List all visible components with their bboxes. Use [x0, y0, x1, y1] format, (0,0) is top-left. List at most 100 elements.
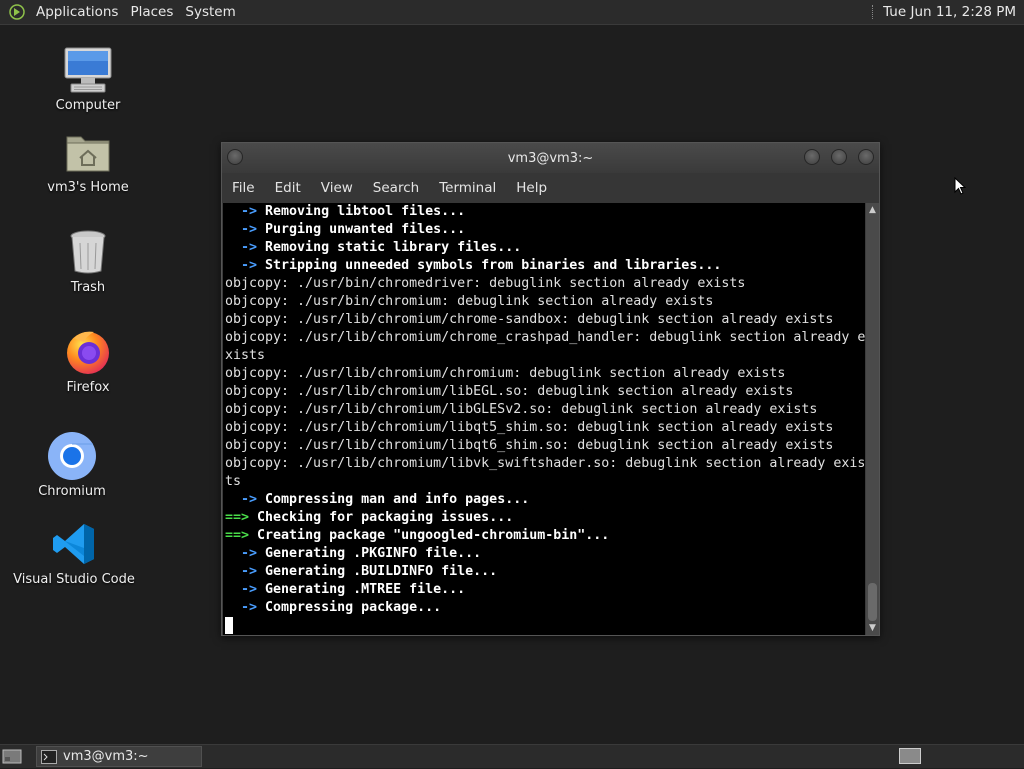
system-menu[interactable]: System — [179, 0, 241, 25]
desktop-icon-trash[interactable]: Trash — [33, 226, 143, 295]
terminal-line: -> Generating .BUILDINFO file... — [223, 563, 865, 581]
menu-file[interactable]: File — [222, 180, 265, 196]
places-menu[interactable]: Places — [124, 0, 179, 25]
terminal-line-text: objcopy: ./usr/lib/chromium/libvk_swifts… — [225, 456, 865, 471]
terminal-cursor — [225, 617, 233, 634]
terminal-line-text: objcopy: ./usr/lib/chromium/libGLESv2.so… — [225, 402, 818, 417]
terminal-line: objcopy: ./usr/lib/chromium/chrome-sandb… — [223, 311, 865, 329]
terminal-line-text: objcopy: ./usr/bin/chromium: debuglink s… — [225, 294, 714, 309]
scrollbar-thumb[interactable] — [868, 583, 877, 621]
terminal-icon — [41, 749, 57, 764]
terminal-line: ts — [223, 473, 865, 491]
top-panel: Applications Places System Tue Jun 11, 2… — [0, 0, 1024, 25]
terminal-line-prefix: -> — [225, 222, 266, 237]
menu-edit[interactable]: Edit — [265, 180, 311, 196]
clock[interactable]: Tue Jun 11, 2:28 PM — [883, 4, 1024, 20]
maximize-button[interactable] — [831, 149, 847, 165]
terminal-line-text: Compressing man and info pages... — [265, 492, 530, 507]
terminal-line-text: Compressing package... — [265, 600, 442, 615]
close-button[interactable] — [858, 149, 874, 165]
terminal-line-prefix: ==> — [225, 528, 258, 543]
terminal-menubar: File Edit View Search Terminal Help — [222, 173, 879, 203]
desktop-icon-label: vm3's Home — [47, 180, 129, 195]
terminal-line-prefix: -> — [225, 258, 266, 273]
terminal-line-text: Removing libtool files... — [265, 204, 466, 219]
terminal-line-text: Purging unwanted files... — [265, 222, 466, 237]
menu-view[interactable]: View — [311, 180, 363, 196]
terminal-line-text: Stripping unneeded symbols from binaries… — [265, 258, 722, 273]
menu-search[interactable]: Search — [363, 180, 429, 196]
vscode-icon — [48, 518, 100, 570]
desktop-icon-home[interactable]: vm3's Home — [33, 126, 143, 195]
taskbar-item-label: vm3@vm3:~ — [63, 749, 149, 764]
terminal-line: objcopy: ./usr/lib/chromium/libqt5_shim.… — [223, 419, 865, 437]
desktop-icon-label: Visual Studio Code — [13, 572, 135, 587]
terminal-line: -> Stripping unneeded symbols from binar… — [223, 257, 865, 275]
scroll-up-icon[interactable]: ▲ — [866, 203, 879, 217]
panel-separator — [872, 5, 875, 19]
terminal-line-text: Creating package "ungoogled-chromium-bin… — [257, 528, 610, 543]
terminal-line-text: Generating .BUILDINFO file... — [265, 564, 498, 579]
desktop-icon-label: Computer — [55, 98, 121, 113]
terminal-line-prefix: -> — [225, 582, 266, 597]
desktop-icon-label: Firefox — [66, 380, 110, 395]
window-menu-button[interactable] — [227, 149, 243, 165]
scroll-down-icon[interactable]: ▼ — [866, 621, 879, 635]
desktop-icon-computer[interactable]: Computer — [33, 44, 143, 113]
terminal-line-text: xists — [225, 348, 266, 363]
terminal-line-prefix: ==> — [225, 510, 258, 525]
terminal-line-text: Generating .MTREE file... — [265, 582, 466, 597]
taskbar-item-terminal[interactable]: vm3@vm3:~ — [36, 746, 202, 767]
desktop-icon-label: Trash — [70, 280, 106, 295]
home-folder-icon — [62, 126, 114, 178]
menu-help[interactable]: Help — [506, 180, 557, 196]
trash-icon — [62, 226, 114, 278]
terminal-line: ==> Creating package "ungoogled-chromium… — [223, 527, 865, 545]
terminal-line-text: objcopy: ./usr/bin/chromedriver: debugli… — [225, 276, 746, 291]
desktop-icon-chromium[interactable]: Chromium — [17, 430, 127, 499]
terminal-line-text: objcopy: ./usr/lib/chromium/chrome-sandb… — [225, 312, 834, 327]
applications-menu[interactable]: Applications — [30, 0, 124, 25]
terminal-line-text: Removing static library files... — [265, 240, 522, 255]
workspace-switcher[interactable] — [899, 748, 921, 764]
menu-terminal[interactable]: Terminal — [429, 180, 506, 196]
terminal-line: objcopy: ./usr/lib/chromium/libvk_swifts… — [223, 455, 865, 473]
terminal-output[interactable]: -> Removing libtool files... -> Purging … — [223, 203, 865, 635]
terminal-line-prefix: -> — [225, 600, 266, 615]
window-titlebar[interactable]: vm3@vm3:~ — [222, 143, 879, 173]
terminal-line: objcopy: ./usr/lib/chromium/chrome_crash… — [223, 329, 865, 347]
desktop-icon-vscode[interactable]: Visual Studio Code — [13, 518, 135, 587]
terminal-line-prefix: -> — [225, 240, 266, 255]
firefox-icon — [62, 326, 114, 378]
terminal-line-text: objcopy: ./usr/lib/chromium/libqt5_shim.… — [225, 420, 834, 435]
terminal-line: objcopy: ./usr/bin/chromium: debuglink s… — [223, 293, 865, 311]
terminal-scrollbar[interactable]: ▲ ▼ — [866, 203, 879, 635]
mouse-pointer-icon — [954, 176, 967, 199]
terminal-line-text: Checking for packaging issues... — [257, 510, 514, 525]
mate-logo-icon[interactable] — [8, 3, 26, 21]
show-desktop-icon[interactable] — [2, 748, 22, 765]
terminal-line-text: objcopy: ./usr/lib/chromium/chromium: de… — [225, 366, 786, 381]
terminal-line: objcopy: ./usr/lib/chromium/chromium: de… — [223, 365, 865, 383]
terminal-line: -> Generating .PKGINFO file... — [223, 545, 865, 563]
terminal-line: objcopy: ./usr/bin/chromedriver: debugli… — [223, 275, 865, 293]
terminal-line: -> Removing static library files... — [223, 239, 865, 257]
chromium-icon — [46, 430, 98, 482]
terminal-line: -> Purging unwanted files... — [223, 221, 865, 239]
minimize-button[interactable] — [804, 149, 820, 165]
terminal-window[interactable]: vm3@vm3:~ File Edit View Search Terminal… — [221, 142, 880, 636]
terminal-line-prefix: -> — [225, 204, 266, 219]
terminal-line-prefix: -> — [225, 492, 266, 507]
terminal-line: ==> Checking for packaging issues... — [223, 509, 865, 527]
computer-icon — [62, 44, 114, 96]
terminal-line: -> Compressing man and info pages... — [223, 491, 865, 509]
terminal-line: xists — [223, 347, 865, 365]
terminal-line-text: Generating .PKGINFO file... — [265, 546, 482, 561]
terminal-line: objcopy: ./usr/lib/chromium/libEGL.so: d… — [223, 383, 865, 401]
desktop-icon-firefox[interactable]: Firefox — [33, 326, 143, 395]
terminal-line-text: objcopy: ./usr/lib/chromium/libEGL.so: d… — [225, 384, 794, 399]
terminal-lines: -> Removing libtool files... -> Purging … — [223, 203, 865, 617]
clock-area: Tue Jun 11, 2:28 PM — [872, 0, 1024, 25]
terminal-line: -> Compressing package... — [223, 599, 865, 617]
bottom-panel: vm3@vm3:~ — [0, 744, 1024, 768]
